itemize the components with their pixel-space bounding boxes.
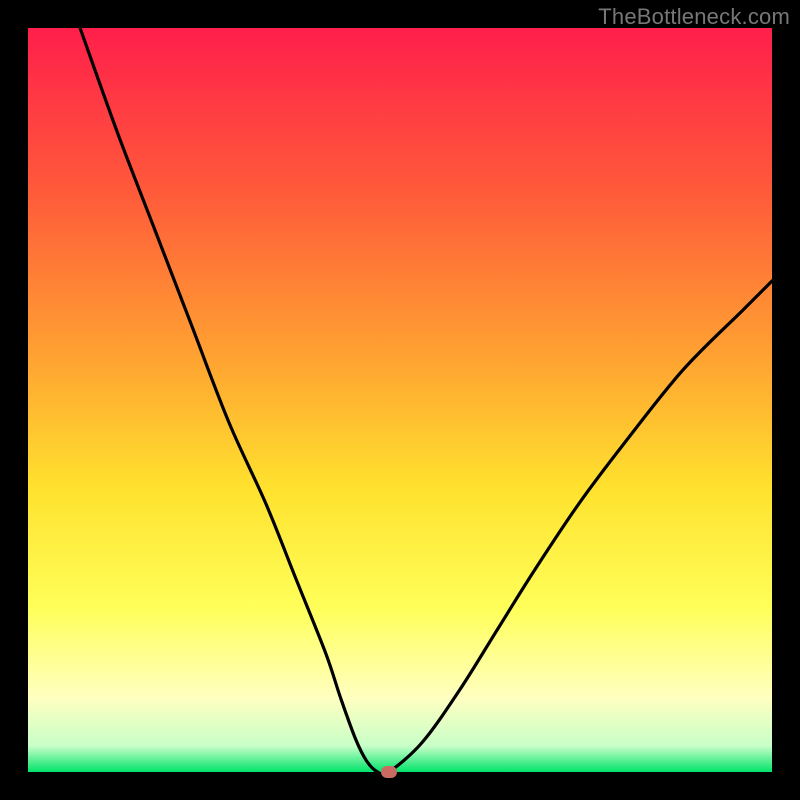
watermark-text: TheBottleneck.com — [598, 4, 790, 30]
bottleneck-curve — [28, 28, 772, 772]
chart-frame — [28, 28, 772, 772]
optimal-point-marker — [381, 766, 397, 778]
